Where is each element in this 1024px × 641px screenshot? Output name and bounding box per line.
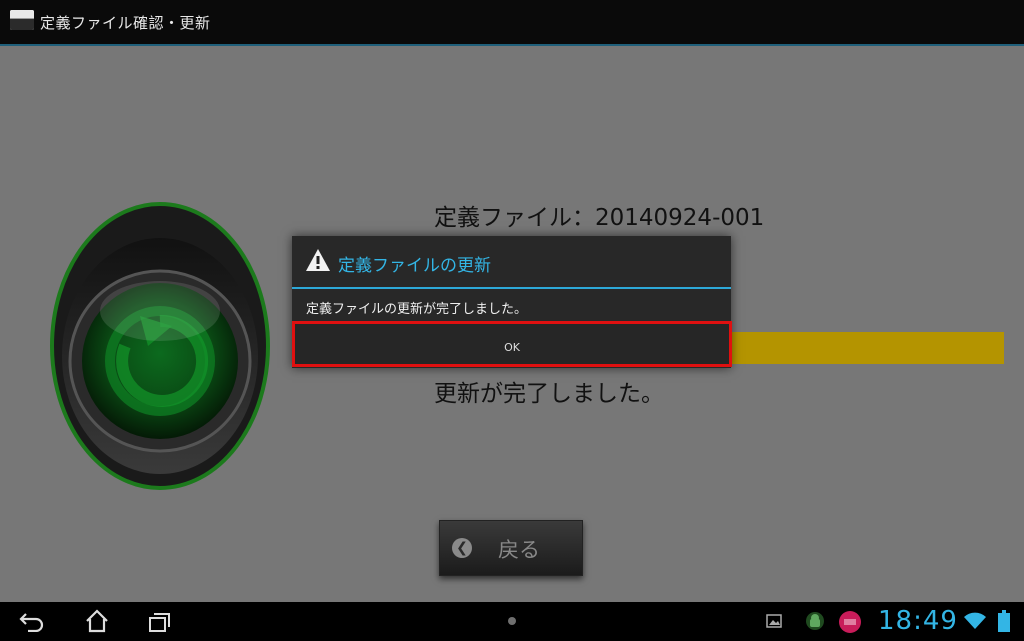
dialog-message: 定義ファイルの更新が完了しました。 — [306, 302, 528, 317]
home-icon[interactable] — [85, 609, 109, 633]
wifi-icon — [964, 612, 986, 629]
app-title: 定義ファイル確認・更新 — [40, 14, 211, 32]
back-button-label: 戻る — [498, 538, 540, 562]
ok-button[interactable]: OK — [292, 321, 732, 367]
dialog-header: 定義ファイルの更新 — [292, 236, 731, 289]
back-button[interactable]: ❮ 戻る — [439, 520, 583, 576]
back-arrow-icon: ❮ — [452, 538, 472, 558]
back-icon[interactable] — [18, 610, 46, 632]
recent-apps-icon[interactable] — [148, 611, 172, 633]
gallery-icon[interactable] — [766, 613, 782, 629]
update-progress-bar — [730, 332, 1004, 364]
system-navigation-bar: 18:49 — [0, 602, 1024, 641]
clock: 18:49 — [878, 606, 958, 636]
app-notification-icon[interactable] — [838, 610, 862, 634]
ok-button-label: OK — [504, 341, 520, 354]
title-bar: 定義ファイル確認・更新 — [0, 0, 1024, 46]
battery-icon — [998, 610, 1010, 632]
page-indicator-dot — [508, 617, 516, 625]
update-status-icon — [50, 202, 270, 490]
dialog-title: 定義ファイルの更新 — [338, 256, 491, 276]
android-icon[interactable] — [805, 611, 825, 631]
warning-icon — [306, 249, 330, 271]
app-logo-icon — [10, 10, 34, 30]
update-status-text: 更新が完了しました。 — [434, 381, 664, 407]
definition-file-label: 定義ファイル：20140924-001 — [434, 205, 765, 231]
